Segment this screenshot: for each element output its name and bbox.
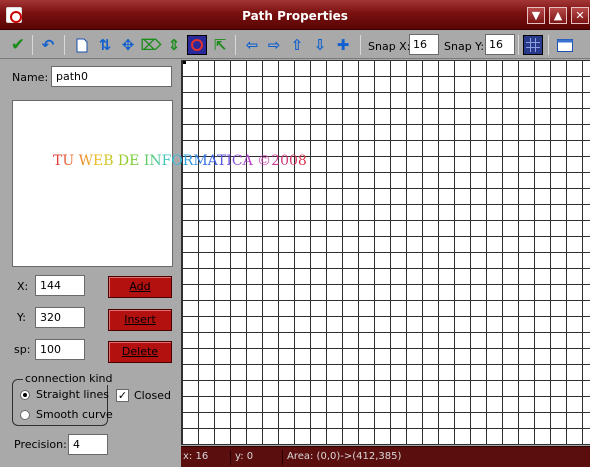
straight-lines-label: Straight lines [36,388,109,401]
snap-y-input[interactable]: 16 [485,34,515,55]
insert-button[interactable]: Insert [108,309,172,331]
watermark-text: TU WEB DE INFORMATICA ©2008 [53,153,307,169]
closed-label: Closed [134,389,171,402]
toolbar-separator [235,35,236,55]
toolbar-separator [360,35,361,55]
add-button[interactable]: Add [108,276,172,298]
new-path-icon[interactable] [72,35,92,55]
y-label: Y: [17,311,26,324]
delete-button[interactable]: Delete [108,341,172,363]
toolbar-separator [518,35,519,55]
add-button-label: Add [129,280,151,293]
undo-icon[interactable]: ↶ [38,35,58,55]
window-title: Path Properties [242,9,348,23]
closed-checkbox[interactable]: ✓ [116,389,129,402]
ok-check-icon[interactable]: ✔ [8,35,28,55]
center-icon[interactable]: ✥ [118,35,138,55]
close-icon[interactable]: ✕ [571,7,589,24]
name-label: Name: [12,71,49,84]
path-grid-canvas[interactable] [181,60,590,445]
reverse-icon[interactable]: ⇅ [95,35,115,55]
sp-input[interactable]: 100 [35,339,85,360]
snap-x-input[interactable]: 16 [409,34,439,55]
connection-kind-label: connection kind [23,372,115,385]
room-icon[interactable] [555,35,575,55]
minimize-icon[interactable]: ▼ [527,7,545,24]
mirror-horizontal-icon[interactable]: ⌦ [140,35,161,55]
origin-marker [183,61,186,64]
toolbar-separator [548,35,549,55]
precision-label: Precision: [14,438,67,451]
smooth-curve-radio[interactable] [20,410,30,420]
flip-vertical-icon[interactable]: ⇕ [164,35,184,55]
scale-icon[interactable]: ⇱ [210,35,230,55]
points-list[interactable] [12,100,173,267]
grid-icon[interactable] [523,35,543,55]
status-area: Area: (0,0)->(412,385) [287,451,402,462]
toolbar-separator [32,35,33,55]
delete-button-label: Delete [121,345,159,358]
toolbar-separator [64,35,65,55]
path-properties-panel: Name: path0 TU WEB DE INFORMATICA ©2008 … [0,60,307,467]
x-input[interactable]: 144 [35,275,85,296]
status-bar: x: 16 y: 0 Area: (0,0)->(412,385) [181,446,590,467]
toolbar: ✔ ↶ ⇅ ✥ ⌦ ⇕ ⇱ ⇦ ⇨ ⇧ ⇩ ✚ Snap X: 16 Snap … [0,31,590,59]
shift-down-icon[interactable]: ⇩ [310,35,330,55]
sp-label: sp: [14,343,31,356]
center-view-icon[interactable]: ✚ [333,35,353,55]
status-y: y: 0 [233,450,283,465]
snap-y-label: Snap Y: [444,40,485,53]
shift-right-icon[interactable]: ⇨ [264,35,284,55]
maximize-icon[interactable]: ▲ [549,7,567,24]
rotate-icon[interactable] [187,35,207,55]
x-label: X: [17,280,29,293]
shift-left-icon[interactable]: ⇦ [242,35,262,55]
insert-button-label: Insert [124,313,156,326]
status-x: x: 16 [181,450,231,465]
smooth-curve-label: Smooth curve [36,408,113,421]
precision-input[interactable]: 4 [68,434,108,455]
title-bar: Path Properties ▼ ▲ ✕ [0,0,590,30]
snap-x-label: Snap X: [368,40,411,53]
name-input[interactable]: path0 [51,66,172,87]
straight-lines-radio[interactable] [20,390,30,400]
shift-up-icon[interactable]: ⇧ [287,35,307,55]
y-input[interactable]: 320 [35,307,85,328]
